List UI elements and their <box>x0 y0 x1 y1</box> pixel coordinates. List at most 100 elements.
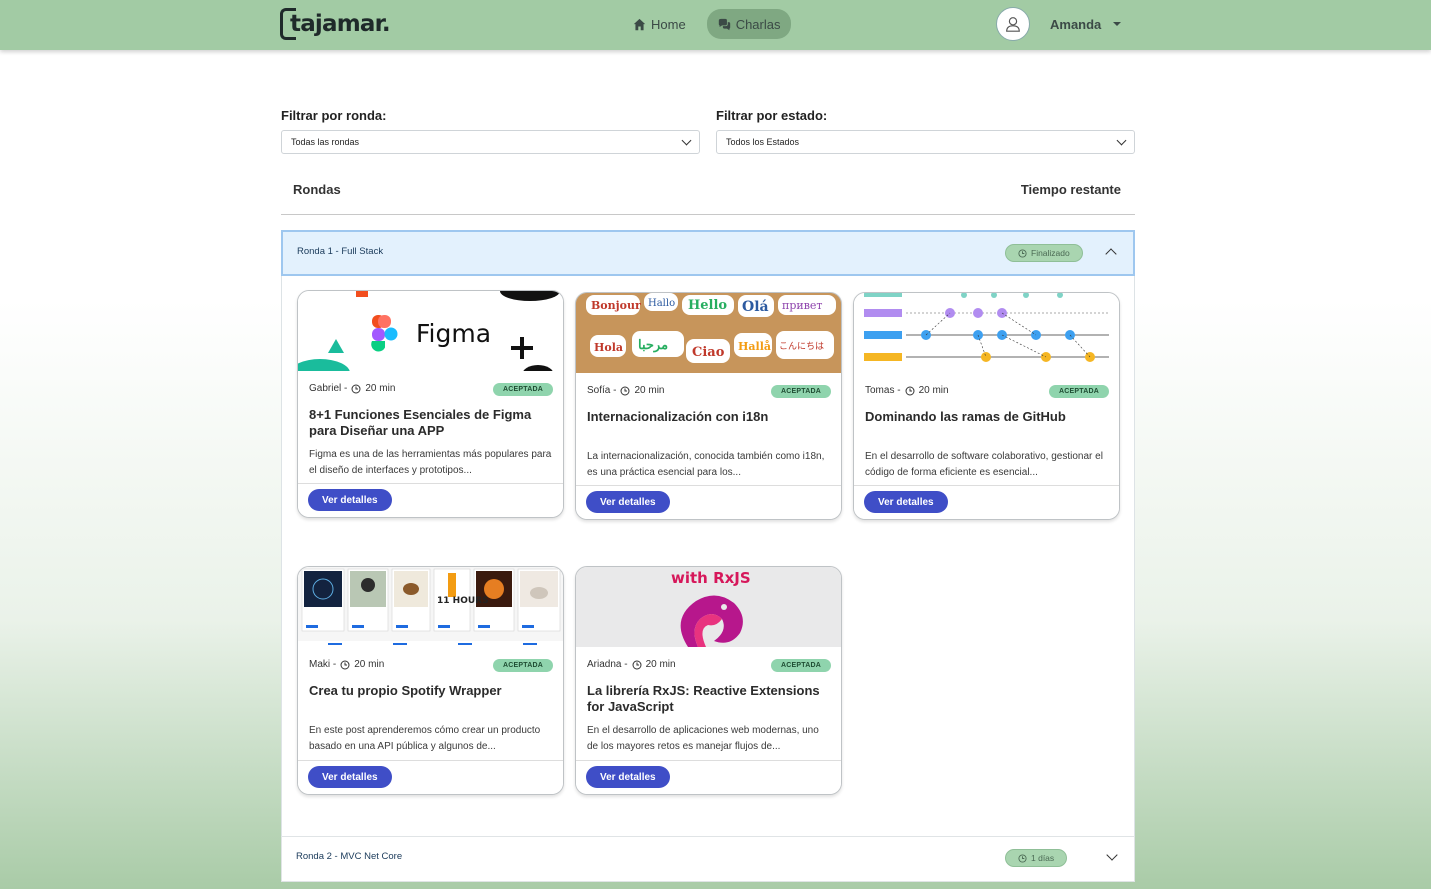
status-text: 1 días <box>1031 853 1055 863</box>
user-icon <box>1006 17 1020 32</box>
nav-link-charlas[interactable]: Charlas <box>706 9 792 39</box>
round-accordion: Ronda 1 - Full Stack Finalizado Figma Ga… <box>281 230 1135 837</box>
nav-link-home[interactable]: Home <box>622 9 697 39</box>
round-title: Ronda 1 - Full Stack <box>297 246 384 257</box>
clock-icon <box>351 384 361 393</box>
details-button[interactable]: Ver detalles <box>586 491 670 513</box>
talk-description: Figma es una de las herramientas más pop… <box>309 449 552 476</box>
card-footer: Ver detalles <box>576 485 841 519</box>
talk-title: Internacionalización con i18n <box>587 409 769 424</box>
word-label: こんにちは <box>779 341 824 352</box>
word-label: Ciao <box>692 345 725 360</box>
card-footer: Ver detalles <box>854 485 1119 519</box>
talk-title: Dominando las ramas de GitHub <box>865 409 1066 424</box>
card-author: Sofía - 20 min <box>587 385 664 396</box>
image-caption: Figma <box>416 319 492 348</box>
user-menu[interactable]: Amanda <box>996 7 1122 41</box>
talk-title: La librería RxJS: Reactive Extensions fo… <box>587 683 820 714</box>
card-author: Maki - 20 min <box>309 659 384 670</box>
author-name: Gabriel - <box>309 383 348 394</box>
status-badge: Finalizado <box>1005 244 1083 262</box>
talk-title: 8+1 Funciones Esenciales de Figma para D… <box>309 407 532 438</box>
round-header[interactable]: Ronda 2 - MVC Net Core 1 días <box>281 836 1135 882</box>
git-branches-illustration <box>864 293 1109 362</box>
nav-link-label: Home <box>651 16 686 32</box>
languages-illustration: Bonjour Hallo Hello Olá привет Hola مرحب… <box>576 293 841 373</box>
talk-image: with RxJS <box>576 567 841 647</box>
table-headings: Rondas Tiempo restante <box>281 180 1135 215</box>
word-label: привет <box>782 299 823 312</box>
avatar[interactable] <box>996 7 1030 41</box>
tajamar-logo[interactable]: tajamar. <box>280 6 391 42</box>
talk-duration: 20 min <box>645 659 676 670</box>
talk-description: La internacionalización, conocida tambié… <box>587 451 825 478</box>
image-caption: with RxJS <box>671 569 751 587</box>
clock-icon <box>632 660 642 669</box>
accepted-badge: ACEPTADA <box>771 385 831 398</box>
talk-duration: 20 min <box>365 383 396 394</box>
talk-card: 11 HOURS Maki - 20 min ACEPTADA Crea tu … <box>297 566 564 795</box>
image-caption: 11 HOURS <box>437 596 489 606</box>
filter-ronda-label: Filtrar por ronda: <box>281 108 387 123</box>
round-body: Figma Gabriel - 20 min ACEPTADA 8+1 Func… <box>282 276 1134 836</box>
word-label: Bonjour <box>591 299 641 312</box>
details-button[interactable]: Ver detalles <box>308 766 392 788</box>
round-header[interactable]: Ronda 1 - Full Stack Finalizado <box>281 230 1135 276</box>
author-name: Maki - <box>309 659 337 670</box>
details-button[interactable]: Ver detalles <box>308 489 392 511</box>
chevron-down-icon[interactable] <box>1106 849 1118 861</box>
talk-description: En el desarrollo de software colaborativ… <box>865 451 1103 478</box>
logo-text: tajamar. <box>290 11 391 37</box>
talk-image: 11 HOURS <box>298 567 563 647</box>
filter-ronda-select[interactable]: Todas las rondas <box>281 130 700 154</box>
spotify-illustration: 11 HOURS <box>298 567 563 647</box>
talk-duration: 20 min <box>634 385 665 396</box>
talk-card: with RxJS Ariadna - 20 min ACEPTADA La l… <box>575 566 842 795</box>
comments-icon <box>718 18 730 30</box>
user-name[interactable]: Amanda <box>1050 17 1101 32</box>
heading-rondas: Rondas <box>293 182 341 197</box>
author-name: Tomas - <box>865 385 901 396</box>
navbar: tajamar. Home Charlas Amanda <box>0 0 1431 50</box>
status-badge: 1 días <box>1005 849 1068 867</box>
card-footer: Ver detalles <box>576 760 841 794</box>
status-text: Finalizado <box>1031 248 1070 258</box>
chevron-up-icon[interactable] <box>1105 248 1117 260</box>
clock-icon <box>340 660 350 669</box>
author-name: Sofía - <box>587 385 617 396</box>
home-icon <box>633 18 646 30</box>
caret-down-icon[interactable] <box>1113 22 1122 26</box>
author-name: Ariadna - <box>587 659 628 670</box>
heading-tiempo: Tiempo restante <box>1020 182 1121 197</box>
clock-icon <box>1018 853 1027 863</box>
clock-icon <box>620 386 630 395</box>
nav-link-label: Charlas <box>735 16 781 32</box>
word-label: مرحبا <box>638 338 668 353</box>
filter-estado-label: Filtrar por estado: <box>716 108 828 123</box>
talk-card: Figma Gabriel - 20 min ACEPTADA 8+1 Func… <box>297 290 564 518</box>
card-meta: Tomas - 20 min ACEPTADA <box>854 373 1119 409</box>
talk-duration: 20 min <box>354 659 385 670</box>
filter-estado-select[interactable]: Todos los Estados <box>716 130 1135 154</box>
card-author: Tomas - 20 min <box>865 385 949 396</box>
talk-image: Bonjour Hallo Hello Olá привет Hola مرحب… <box>576 293 841 373</box>
card-author: Gabriel - 20 min <box>309 383 395 394</box>
accepted-badge: ACEPTADA <box>493 383 553 396</box>
card-footer: Ver detalles <box>298 483 563 517</box>
card-meta: Ariadna - 20 min ACEPTADA <box>576 647 841 683</box>
select-value: Todas las rondas <box>291 137 360 147</box>
word-label: Hello <box>688 298 727 313</box>
card-author: Ariadna - 20 min <box>587 659 676 670</box>
chevron-down-icon <box>1116 135 1127 145</box>
accepted-badge: ACEPTADA <box>771 659 831 672</box>
clock-icon <box>1018 248 1027 258</box>
clock-icon <box>905 386 915 395</box>
details-button[interactable]: Ver detalles <box>864 491 948 513</box>
card-meta: Gabriel - 20 min ACEPTADA <box>298 371 563 407</box>
talk-image: Figma <box>298 291 563 371</box>
nav-links: Home Charlas <box>622 9 792 39</box>
filter-ronda: Filtrar por ronda: Todas las rondas <box>281 108 700 154</box>
details-button[interactable]: Ver detalles <box>586 766 670 788</box>
select-value: Todos los Estados <box>726 137 800 147</box>
talk-description: En este post aprenderemos cómo crear un … <box>309 725 541 752</box>
